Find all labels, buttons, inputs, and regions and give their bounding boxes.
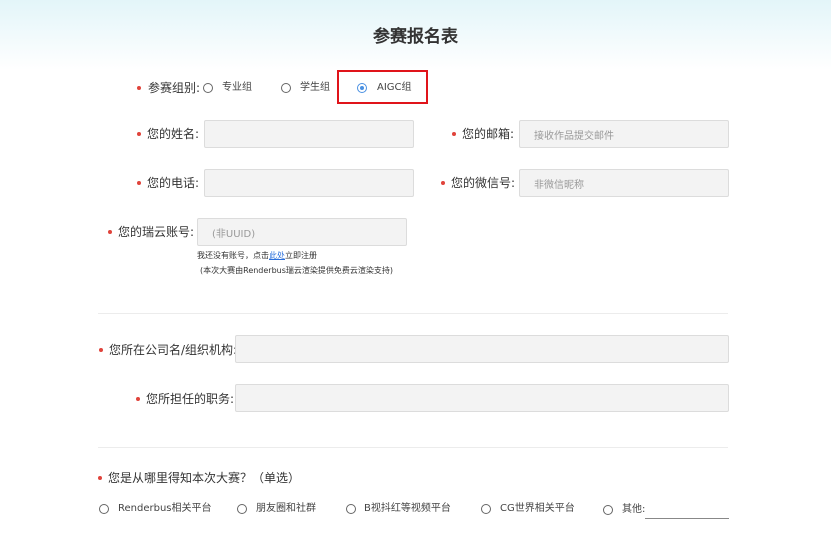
- source-question: 您是从哪里得知本次大赛？（单选）: [108, 471, 301, 485]
- account-input[interactable]: (非UUID): [197, 218, 407, 246]
- required-dot: [108, 230, 112, 234]
- radio-source-cgworld[interactable]: [481, 504, 491, 514]
- radio-student[interactable]: [281, 83, 291, 93]
- source-label: B视抖红等视频平台: [364, 503, 451, 514]
- required-dot: [137, 181, 141, 185]
- position-input[interactable]: [235, 384, 729, 412]
- page-title: 参赛报名表: [373, 27, 458, 47]
- source-label: 其他:: [622, 504, 646, 515]
- radio-label-student: 学生组: [300, 82, 330, 93]
- phone-input[interactable]: [204, 169, 414, 197]
- source-label: CG世界相关平台: [500, 503, 575, 514]
- required-dot: [452, 132, 456, 136]
- radio-source-renderbus[interactable]: [99, 504, 109, 514]
- group-label: 参赛组别:: [148, 81, 201, 95]
- radio-source-social[interactable]: [237, 504, 247, 514]
- phone-label: 您的电话:: [147, 176, 200, 190]
- divider: [98, 313, 728, 314]
- position-label: 您所担任的职务:: [146, 392, 235, 406]
- required-dot: [136, 397, 140, 401]
- register-link[interactable]: 此处: [269, 251, 285, 260]
- account-label: 您的瑞云账号:: [118, 225, 195, 239]
- radio-source-other[interactable]: [603, 505, 613, 515]
- radio-label-aigc: AIGC组: [377, 82, 412, 93]
- required-dot: [99, 348, 103, 352]
- wechat-input[interactable]: 非微信昵称: [519, 169, 729, 197]
- email-label: 您的邮箱:: [462, 127, 515, 141]
- radio-source-video[interactable]: [346, 504, 356, 514]
- required-dot: [137, 86, 141, 90]
- register-hint: 我还没有账号，点击此处立即注册: [197, 250, 317, 261]
- required-dot: [98, 476, 102, 480]
- required-dot: [441, 181, 445, 185]
- name-label: 您的姓名:: [147, 127, 200, 141]
- radio-professional[interactable]: [203, 83, 213, 93]
- other-input[interactable]: [645, 518, 729, 519]
- source-label: 朋友圈和社群: [256, 503, 316, 514]
- wechat-label: 您的微信号:: [451, 176, 516, 190]
- radio-aigc[interactable]: [357, 83, 367, 93]
- name-input[interactable]: [204, 120, 414, 148]
- required-dot: [137, 132, 141, 136]
- radio-label-professional: 专业组: [222, 82, 252, 93]
- hint-text: 我还没有账号，点击: [197, 251, 269, 260]
- hint-text: 立即注册: [285, 251, 317, 260]
- company-input[interactable]: [235, 335, 729, 363]
- divider: [98, 447, 728, 448]
- sponsor-note: (本次大赛由Renderbus瑞云渲染提供免费云渲染支持): [200, 266, 394, 275]
- company-label: 您所在公司名/组织机构:: [109, 343, 238, 357]
- email-input[interactable]: 接收作品提交邮件: [519, 120, 729, 148]
- source-label: Renderbus相关平台: [118, 503, 212, 514]
